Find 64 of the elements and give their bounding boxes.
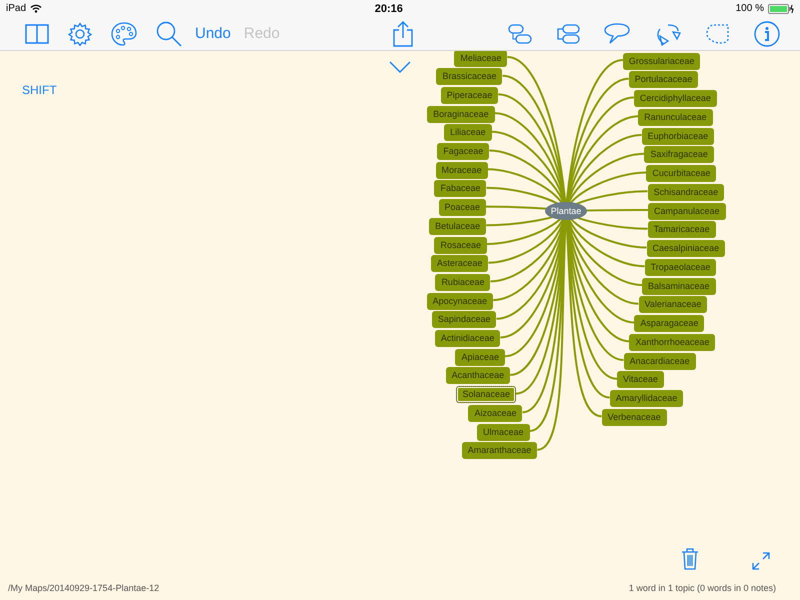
topic-node[interactable]: Grossulariaceae (622, 52, 700, 70)
trash-icon[interactable] (681, 548, 699, 570)
wifi-icon (30, 4, 42, 13)
topic-node[interactable]: Sapindaceae (432, 311, 496, 328)
topic-node[interactable]: Saxifragaceae (644, 146, 714, 164)
topic-node[interactable]: Solanaceae (456, 386, 516, 404)
topic-node[interactable]: Rubiaceae (435, 274, 490, 291)
topic-node[interactable]: Boraginaceae (427, 106, 495, 123)
file-path: /My Maps/20140929-1754-Plantae-12 (8, 583, 160, 593)
speech-bubble-icon[interactable] (604, 22, 630, 44)
topic-node[interactable]: Asparagaceae (634, 315, 704, 332)
battery-icon (768, 4, 794, 14)
root-topic[interactable]: Plantae (545, 202, 587, 220)
topic-node[interactable]: Piperaceae (440, 86, 498, 104)
topic-node[interactable]: Anacardiaceae (624, 352, 696, 370)
search-icon[interactable] (156, 20, 182, 46)
book-icon[interactable] (25, 24, 49, 44)
topic-node[interactable]: Valerianaceae (638, 296, 708, 314)
topic-node[interactable]: Portulacaceae (628, 71, 698, 88)
topic-node[interactable]: Balsaminaceae (642, 278, 716, 294)
shift-label[interactable]: SHIFT (22, 83, 57, 97)
topic-node[interactable]: Aizoaceae (468, 404, 522, 422)
topic-node[interactable]: Schisandraceae (648, 184, 724, 201)
topic-node[interactable]: Brassicaceae (436, 68, 502, 86)
undo-button[interactable]: Undo (195, 25, 231, 42)
topic-node[interactable]: Verbenaceae (602, 408, 667, 426)
battery-percent: 100 % (736, 3, 764, 14)
topic-node[interactable]: Acanthaceae (446, 367, 510, 384)
topic-node[interactable]: Moraceae (436, 162, 488, 179)
palette-icon[interactable] (111, 22, 137, 46)
topic-node[interactable]: Tropaeolaceae (644, 258, 716, 276)
topic-node[interactable]: Amaranthaceae (462, 442, 538, 460)
topic-node[interactable]: Asteraceae (430, 255, 488, 272)
info-icon[interactable] (754, 20, 780, 46)
child-topic-icon[interactable] (556, 24, 580, 44)
topic-node[interactable]: Cucurbitaceae (646, 165, 716, 182)
topic-node[interactable]: Euphorbiaceae (642, 128, 714, 144)
topic-node[interactable]: Betulaceae (429, 218, 486, 235)
topic-node[interactable]: Vitaceae (617, 371, 664, 388)
topic-node[interactable]: Fabaceae (434, 180, 486, 198)
topic-node[interactable]: Rosaceae (434, 236, 487, 254)
boundary-icon[interactable] (706, 24, 730, 44)
topic-node[interactable]: Poaceae (438, 199, 486, 216)
word-count: 1 word in 1 topic (0 words in 0 notes) (628, 583, 776, 593)
topic-node[interactable]: Liliaceae (444, 124, 492, 142)
expand-icon[interactable] (752, 552, 770, 570)
topic-node[interactable]: Caesalpiniaceae (646, 240, 726, 257)
topic-node[interactable]: Tamaricaceae (648, 221, 716, 238)
topic-node[interactable]: Fagaceae (437, 143, 490, 160)
topic-node[interactable]: Actinidiaceae (434, 330, 500, 347)
chevron-down-icon[interactable] (389, 61, 411, 73)
topic-node[interactable]: Apiaceae (455, 348, 505, 366)
clock-time: 20:16 (374, 2, 403, 14)
settings-icon[interactable] (68, 22, 92, 46)
topic-node[interactable]: Amaryllidaceae (610, 390, 684, 407)
topic-node[interactable]: Ulmaceae (477, 424, 530, 440)
share-icon[interactable] (392, 20, 412, 46)
topic-node[interactable]: Cercidiphyllaceae (634, 90, 717, 107)
topic-node[interactable]: Campanulaceae (648, 202, 726, 220)
device-name: iPad (6, 3, 26, 14)
sibling-topic-icon[interactable] (508, 24, 532, 44)
topic-node[interactable]: Apocynaceae (426, 292, 494, 310)
topic-node[interactable]: Ranunculaceae (638, 108, 713, 126)
topic-node[interactable]: Xanthorrhoeaceae (629, 334, 716, 351)
